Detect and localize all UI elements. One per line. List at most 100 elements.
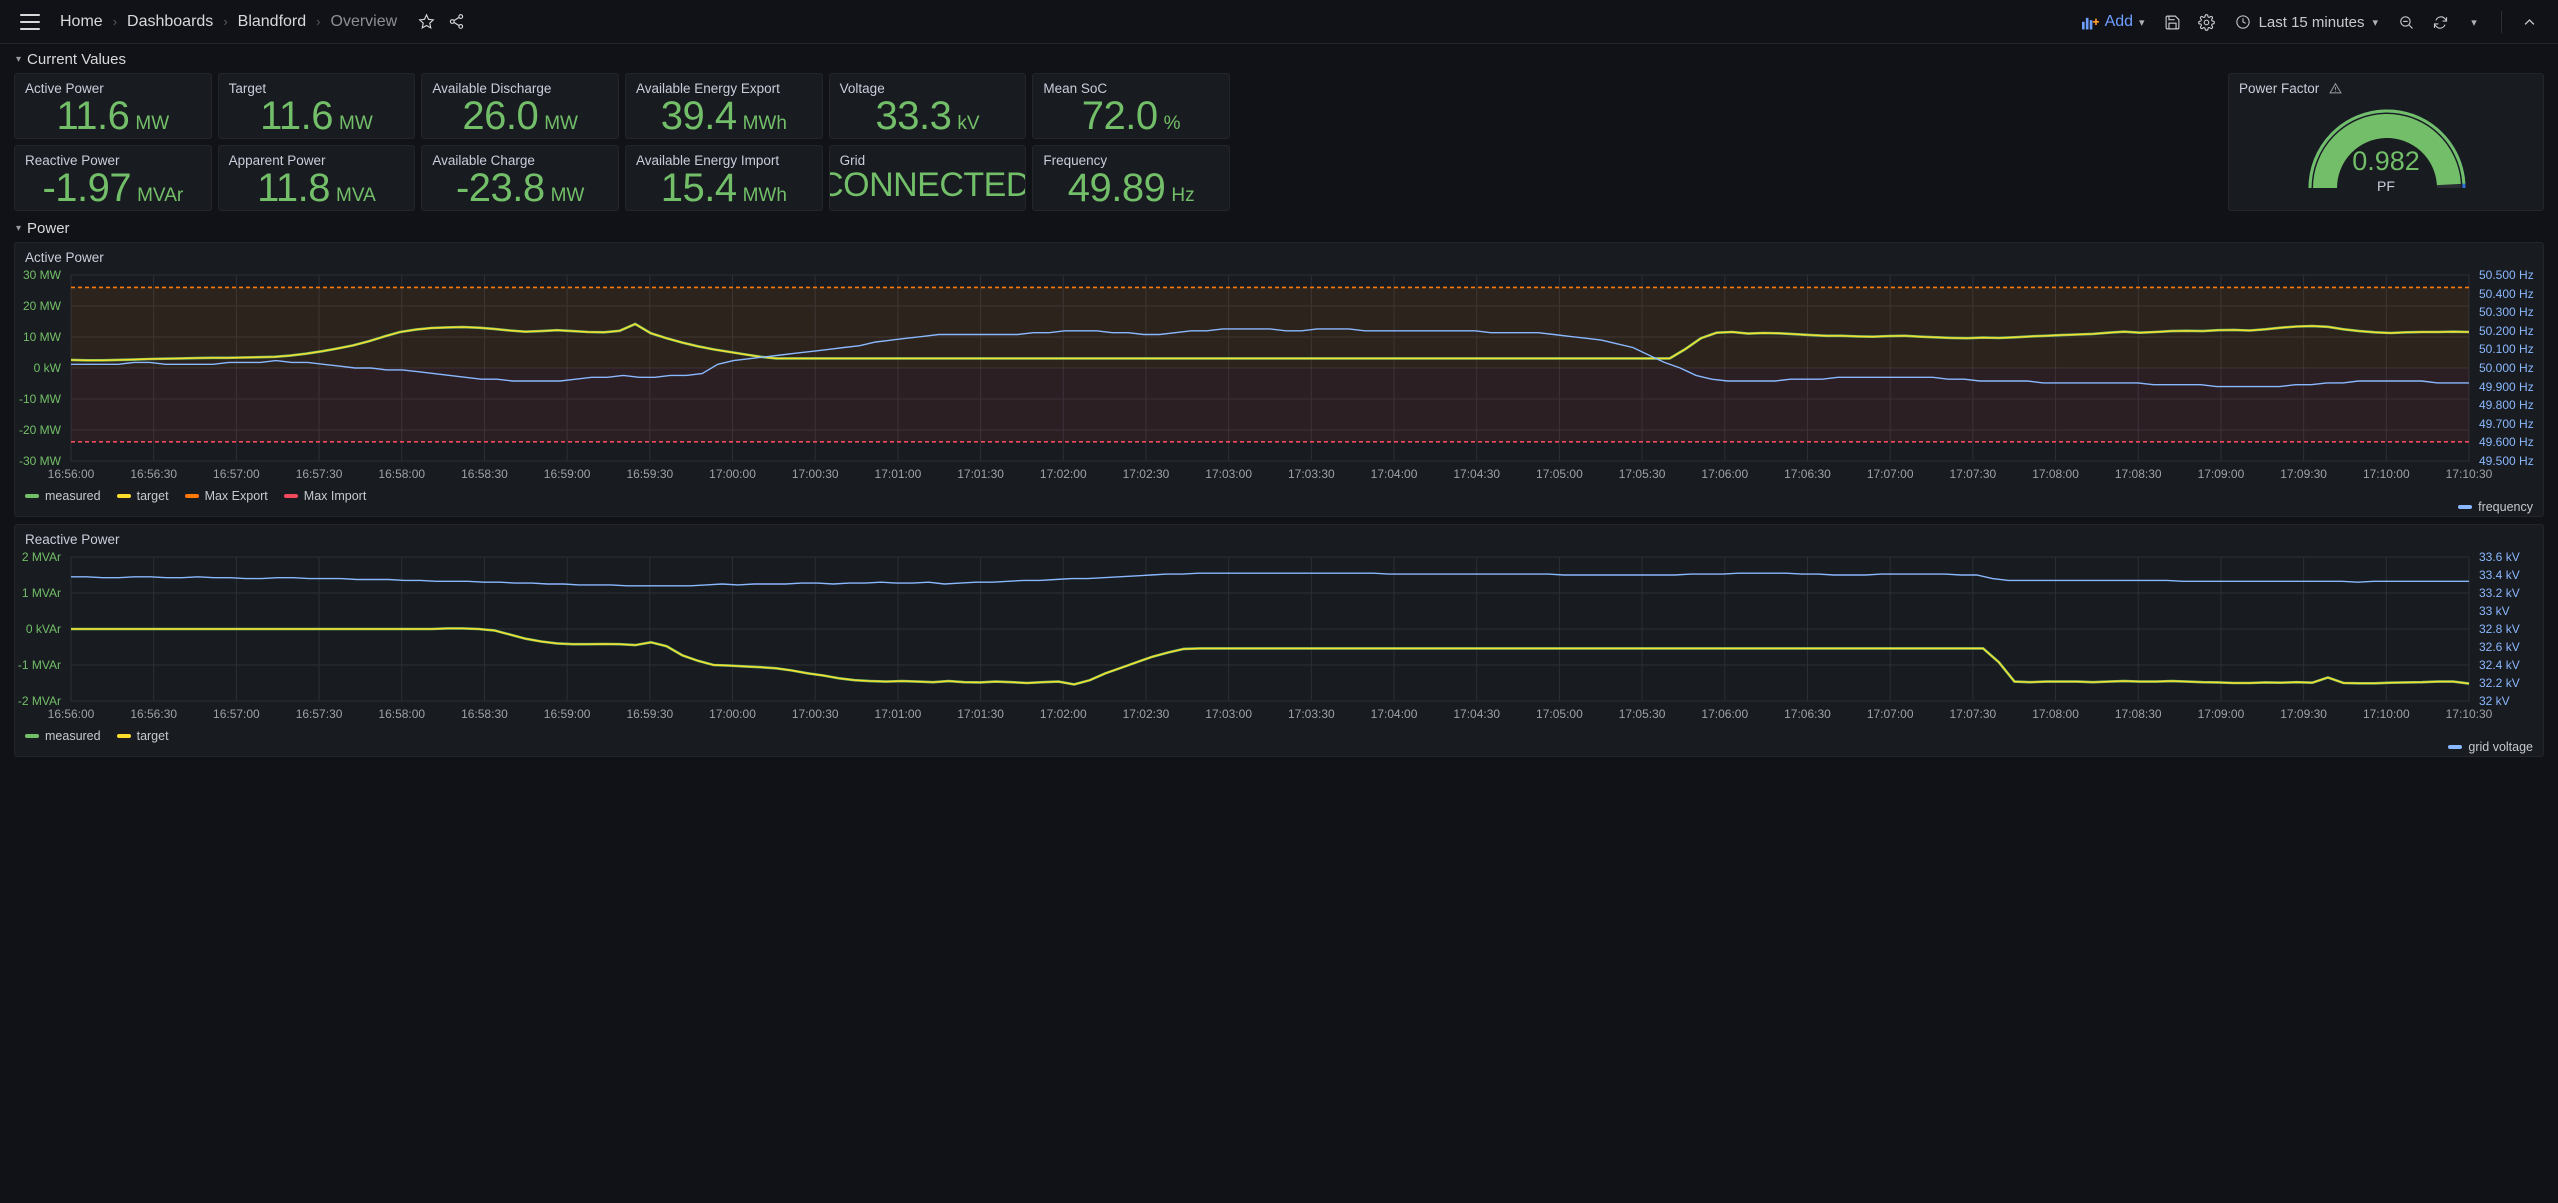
timeseries-panel-reactive-power: Reactive Power 2 MVAr 1 MVAr 0 kVAr -1 MVAr… xyxy=(14,524,2544,757)
stat-value: -23.8 xyxy=(455,166,545,210)
stat-value-container: -23.8 MW xyxy=(422,168,618,208)
time-range-picker[interactable]: Last 15 minutes ▾ xyxy=(2226,8,2387,37)
legend-swatch xyxy=(283,494,298,498)
legend-swatch xyxy=(116,734,131,738)
stat-value: 11.6 xyxy=(260,94,334,138)
star-icon[interactable] xyxy=(411,7,441,37)
x-axis-tick: 17:06:30 xyxy=(1784,707,1831,721)
gauge-value: 0.982 xyxy=(2352,146,2420,176)
row-header-power[interactable]: ▾ Power xyxy=(0,213,2558,242)
panel-header: Active Power xyxy=(15,243,2543,265)
x-axis-tick: 17:00:00 xyxy=(709,707,756,721)
plot-area-active-power[interactable]: 30 MW 20 MW 10 MW 0 kW -10 MW -20 MW -30 MW 50.… xyxy=(15,265,2543,487)
y-axis-right-tick: 50.300 Hz xyxy=(2479,305,2534,320)
x-axis-tick: 17:02:30 xyxy=(1122,707,1170,721)
legend-item-right-axis[interactable]: frequency xyxy=(2458,500,2533,514)
stat-panel: Voltage 33.3 kV xyxy=(828,73,1027,139)
y-axis-right-tick: 49.600 Hz xyxy=(2479,435,2534,450)
stat-unit: MW xyxy=(339,113,373,134)
x-axis-tick: 17:01:00 xyxy=(874,707,922,721)
legend-item[interactable]: target xyxy=(116,729,169,743)
breadcrumb: Home › Dashboards › Blandford › Overview xyxy=(58,13,399,31)
legend-label: target xyxy=(136,729,169,743)
stat-unit: MW xyxy=(544,113,578,134)
breadcrumb-item-blandford[interactable]: Blandford xyxy=(236,13,309,31)
y-axis-right-tick: 50.200 Hz xyxy=(2479,323,2534,338)
plot-area-reactive-power[interactable]: 2 MVAr 1 MVAr 0 kVAr -1 MVAr -2 MVAr 33.6 kV 3… xyxy=(15,547,2543,727)
legend-label: grid voltage xyxy=(2468,740,2533,754)
zoom-out-icon[interactable] xyxy=(2391,7,2421,37)
stat-unit: MW xyxy=(135,113,170,134)
y-axis-right-tick: 49.800 Hz xyxy=(2479,398,2534,413)
warning-triangle-icon[interactable] xyxy=(2329,82,2343,95)
legend-swatch xyxy=(25,494,39,498)
x-axis-tick: 17:10:00 xyxy=(2362,467,2410,481)
menu-toggle-icon[interactable] xyxy=(16,8,44,36)
x-axis-tick: 17:07:00 xyxy=(1866,467,1914,481)
gauge-unit-label: PF xyxy=(2377,178,2395,194)
collapse-toolbar-icon[interactable] xyxy=(2514,7,2544,37)
save-dashboard-icon[interactable] xyxy=(2158,7,2188,37)
chevron-down-icon: ▾ xyxy=(16,223,22,234)
x-axis-tick: 17:07:30 xyxy=(1949,467,1997,481)
breadcrumb-item-overview: Overview xyxy=(330,12,398,30)
panel-title-reactive-power: Reactive Power xyxy=(25,532,120,547)
x-axis-tick: 17:01:30 xyxy=(957,707,1004,721)
breadcrumb-item-dashboards[interactable]: Dashboards xyxy=(125,13,215,31)
stat-value-container: 72.0% xyxy=(1033,96,1229,136)
x-axis-tick: 17:03:30 xyxy=(1287,707,1335,721)
stat-panel-grid: Active Power 11.6 MW Target 11.6 MW Available … xyxy=(14,73,1230,211)
stat-panel: Available Energy Export 39.4 MWh xyxy=(625,73,823,139)
toolbar-divider xyxy=(2501,11,2502,33)
gear-icon[interactable] xyxy=(2192,7,2222,37)
stat-value-container: 11.6 MW xyxy=(15,96,211,136)
x-axis-tick: 16:56:00 xyxy=(47,707,95,721)
x-axis-tick: 16:59:30 xyxy=(626,707,674,721)
stat-value-container: 39.4 MWh xyxy=(626,96,822,136)
row-header-current-values[interactable]: ▾ Current Values xyxy=(0,44,2558,73)
x-axis-tick: 17:01:30 xyxy=(957,467,1004,481)
legend-item[interactable]: measured xyxy=(25,729,101,743)
share-icon[interactable] xyxy=(441,7,471,37)
y-axis-left-tick: -10 MW xyxy=(19,392,61,406)
stat-value: -1.97 xyxy=(42,166,132,210)
x-axis-tick: 17:09:30 xyxy=(2280,707,2327,721)
chevron-down-icon: ▾ xyxy=(2471,16,2477,29)
stat-unit: % xyxy=(1163,113,1181,134)
x-axis-tick: 17:04:30 xyxy=(1453,707,1501,721)
y-axis-right-tick: 33 kV xyxy=(2479,604,2510,618)
stat-value-container: 11.6 MW xyxy=(219,96,415,136)
stat-panel: Reactive Power -1.97 MVAr xyxy=(14,145,212,211)
stat-panel: Apparent Power 11.8 MVA xyxy=(217,145,416,211)
legend-swatch xyxy=(184,494,199,498)
legend-label: target xyxy=(136,489,169,503)
x-axis-tick: 17:00:00 xyxy=(709,467,756,481)
y-axis-right-tick: 33.2 kV xyxy=(2479,586,2520,600)
y-axis-right-tick: 32.8 kV xyxy=(2479,622,2520,636)
x-axis-tick: 17:09:00 xyxy=(2197,467,2245,481)
legend-swatch xyxy=(116,494,131,498)
breadcrumb-separator: › xyxy=(112,14,118,29)
stat-value-container: 49.89 Hz xyxy=(1033,168,1229,208)
breadcrumb-item-home[interactable]: Home xyxy=(58,13,105,31)
chevron-down-icon: ▾ xyxy=(2372,16,2378,29)
stat-value: 72.0 xyxy=(1081,94,1158,138)
legend-item[interactable]: target xyxy=(116,489,169,503)
legend-item[interactable]: Max Import xyxy=(283,489,366,503)
add-panel-button[interactable]: Add ▾ xyxy=(2073,8,2154,36)
row-title-power: Power xyxy=(27,220,70,237)
legend-item-right-axis[interactable]: grid voltage xyxy=(2448,740,2533,754)
series-target xyxy=(71,627,2470,686)
panel-header: Voltage xyxy=(830,74,1026,96)
stat-panel: Available Discharge 26.0 MW xyxy=(421,73,619,139)
panel-header: Reactive Power xyxy=(15,146,211,168)
y-axis-left-tick: 1 MVAr xyxy=(21,586,61,600)
legend-item[interactable]: Max Export xyxy=(184,489,268,503)
add-panel-label: Add xyxy=(2104,13,2134,30)
panel-header: Frequency xyxy=(1033,146,1229,168)
x-axis-tick: 17:05:30 xyxy=(1618,707,1666,721)
legend-item[interactable]: measured xyxy=(25,489,101,503)
refresh-icon[interactable] xyxy=(2425,7,2455,37)
y-axis-right-tick: 50.000 Hz xyxy=(2479,361,2534,375)
refresh-interval-dropdown[interactable]: ▾ xyxy=(2459,7,2489,37)
